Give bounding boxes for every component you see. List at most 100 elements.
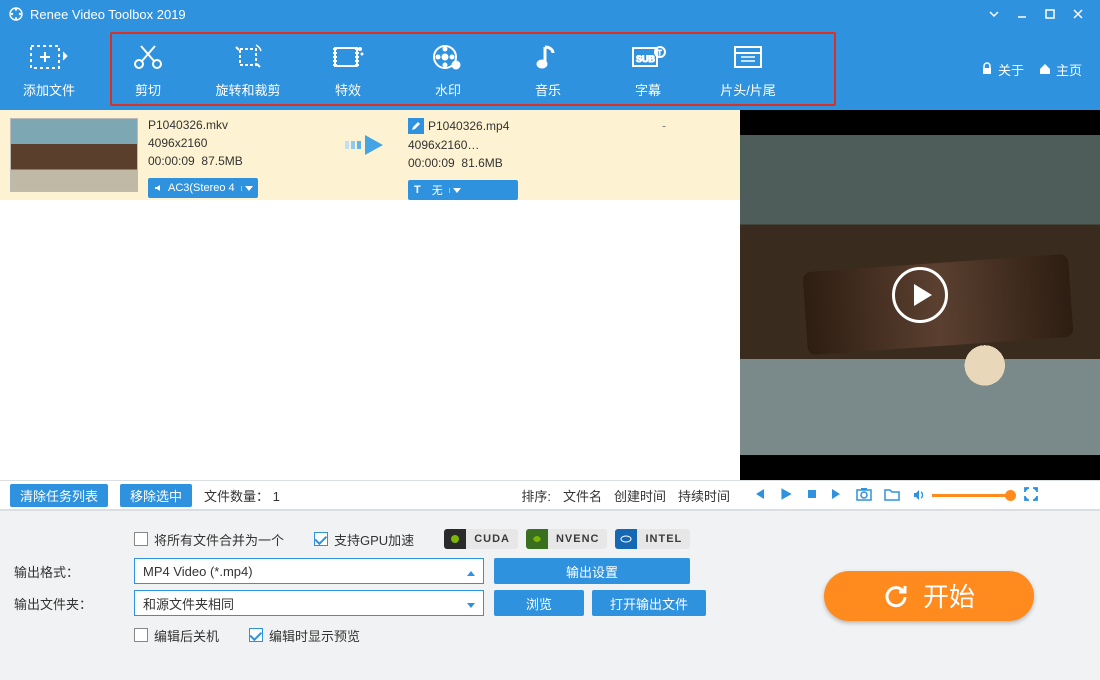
sort-by-name[interactable]: 文件名 xyxy=(563,486,602,505)
gpu-checkbox[interactable]: 支持GPU加速 xyxy=(314,530,414,549)
play-overlay-icon[interactable] xyxy=(892,267,948,323)
src-resolution: 4096x2160 xyxy=(148,136,328,150)
tool-cut[interactable]: 剪切 xyxy=(98,28,198,110)
preview-on-edit-checkbox[interactable]: 编辑时显示预览 xyxy=(249,626,360,645)
caret-down-icon xyxy=(449,188,465,193)
next-button[interactable] xyxy=(830,487,844,504)
file-count-label: 文件数量： 1 xyxy=(204,486,280,505)
tool-subtitle[interactable]: SUBT 字幕 xyxy=(598,28,698,110)
merge-checkbox[interactable]: 将所有文件合并为一个 xyxy=(134,530,284,549)
sort-by-ctime[interactable]: 创建时间 xyxy=(614,486,666,505)
dropdown-button[interactable] xyxy=(980,0,1008,28)
folder-value: 和源文件夹相同 xyxy=(143,594,234,613)
merge-label: 将所有文件合并为一个 xyxy=(154,530,284,549)
tool-rotate-crop[interactable]: 旋转和裁剪 xyxy=(198,28,298,110)
format-value: MP4 Video (*.mp4) xyxy=(143,564,253,579)
svg-text:T: T xyxy=(658,50,663,57)
prev-button[interactable] xyxy=(752,487,766,504)
audio-track-value: AC3(Stereo 4 xyxy=(168,182,235,194)
volume-control[interactable] xyxy=(912,488,1012,502)
home-link[interactable]: 主页 xyxy=(1038,60,1082,79)
arrow-icon xyxy=(338,118,398,158)
output-settings-panel: 将所有文件合并为一个 支持GPU加速 CUDA NVENC INTEL 输出格式… xyxy=(0,511,744,680)
src-dur-size: 00:00:09 87.5MB xyxy=(148,154,328,168)
tool-effects-label: 特效 xyxy=(335,80,361,99)
folder-combobox[interactable]: 和源文件夹相同 xyxy=(134,590,484,616)
file-list: P1040326.mkv 4096x2160 00:00:09 87.5MB A… xyxy=(0,110,740,480)
caret-down-icon xyxy=(467,596,475,611)
sort-by-duration[interactable]: 持续时间 xyxy=(678,486,730,505)
edit-icon[interactable] xyxy=(408,118,424,134)
tool-effects[interactable]: 特效 xyxy=(298,28,398,110)
home-label: 主页 xyxy=(1056,60,1082,79)
add-file-label: 添加文件 xyxy=(23,80,75,99)
maximize-button[interactable] xyxy=(1036,0,1064,28)
snapshot-button[interactable] xyxy=(856,487,872,504)
stop-button[interactable] xyxy=(806,488,818,503)
volume-icon xyxy=(912,488,926,502)
subtitle-value: 无 xyxy=(432,182,443,198)
gpu-label: 支持GPU加速 xyxy=(334,530,414,549)
volume-slider[interactable] xyxy=(932,494,1012,497)
tool-rotate-label: 旋转和裁剪 xyxy=(215,80,280,99)
remove-selected-button[interactable]: 移除选中 xyxy=(120,484,192,507)
src-filename: P1040326.mkv xyxy=(148,118,328,132)
dst-dur-size: 00:00:09 81.6MB xyxy=(408,156,588,170)
app-title: Renee Video Toolbox 2019 xyxy=(30,7,186,22)
tool-watermark[interactable]: 水印 xyxy=(398,28,498,110)
about-label: 关于 xyxy=(998,60,1024,79)
watermark-icon xyxy=(431,40,465,74)
caret-down-icon xyxy=(241,186,257,191)
svg-text:SUB: SUB xyxy=(636,54,656,64)
start-button[interactable]: 开始 xyxy=(824,571,1034,621)
start-label: 开始 xyxy=(923,577,975,614)
audio-track-dropdown[interactable]: AC3(Stereo 4 xyxy=(148,178,258,198)
refresh-icon xyxy=(883,583,909,609)
music-note-icon xyxy=(533,40,563,74)
tool-watermark-label: 水印 xyxy=(435,80,461,99)
dst-filename: P1040326.mp4 xyxy=(428,119,509,133)
title-bar: Renee Video Toolbox 2019 xyxy=(0,0,1100,28)
file-thumbnail xyxy=(10,118,138,192)
play-button[interactable] xyxy=(778,486,794,505)
app-logo-icon xyxy=(8,6,24,22)
tool-intro-label: 片头/片尾 xyxy=(720,80,776,99)
output-settings-button[interactable]: 输出设置 xyxy=(494,558,690,584)
caret-up-icon xyxy=(467,564,475,579)
add-file-button[interactable]: 添加文件 xyxy=(0,28,98,110)
scissors-icon xyxy=(131,40,165,74)
open-folder-button[interactable] xyxy=(884,487,900,504)
clear-list-button[interactable]: 清除任务列表 xyxy=(10,484,108,507)
shutdown-checkbox[interactable]: 编辑后关机 xyxy=(134,626,219,645)
badge-intel: INTEL xyxy=(615,529,690,549)
preview-on-edit-label: 编辑时显示预览 xyxy=(269,626,360,645)
dst-extra: - xyxy=(662,118,666,133)
format-label: 输出格式： xyxy=(14,562,124,581)
format-combobox[interactable]: MP4 Video (*.mp4) xyxy=(134,558,484,584)
shutdown-label: 编辑后关机 xyxy=(154,626,219,645)
about-link[interactable]: 关于 xyxy=(980,60,1024,79)
home-icon xyxy=(1038,62,1052,76)
tool-intro-outro[interactable]: 片头/片尾 xyxy=(698,28,798,110)
browse-button[interactable]: 浏览 xyxy=(494,590,584,616)
subtitle-icon: SUBT xyxy=(630,40,666,74)
minimize-button[interactable] xyxy=(1008,0,1036,28)
fullscreen-button[interactable] xyxy=(1024,487,1038,504)
tool-subtitle-label: 字幕 xyxy=(635,80,661,99)
open-output-button[interactable]: 打开输出文件 xyxy=(592,590,706,616)
effects-icon xyxy=(331,40,365,74)
list-controls: 清除任务列表 移除选中 文件数量： 1 排序: 文件名 创建时间 持续时间 xyxy=(0,480,740,510)
folder-label: 输出文件夹： xyxy=(14,594,124,613)
close-button[interactable] xyxy=(1064,0,1092,28)
badge-cuda: CUDA xyxy=(444,529,518,549)
tool-music[interactable]: 音乐 xyxy=(498,28,598,110)
video-preview[interactable] xyxy=(740,110,1100,480)
badge-nvenc: NVENC xyxy=(526,529,608,549)
crop-rotate-icon xyxy=(231,40,265,74)
dst-resolution: 4096x2160… xyxy=(408,138,588,152)
add-file-icon xyxy=(29,40,69,74)
file-row[interactable]: P1040326.mkv 4096x2160 00:00:09 87.5MB A… xyxy=(0,110,740,200)
lock-icon xyxy=(980,62,994,76)
subtitle-dropdown[interactable]: T 无 xyxy=(408,180,518,200)
intro-outro-icon xyxy=(731,40,765,74)
